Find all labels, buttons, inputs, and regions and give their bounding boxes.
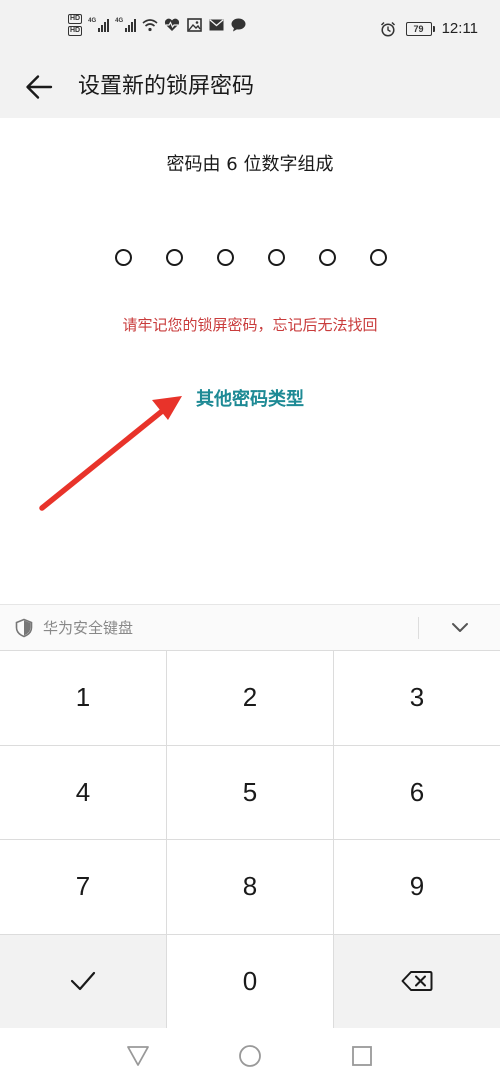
home-circle-icon <box>239 1045 261 1067</box>
recents-square-icon <box>352 1046 372 1066</box>
checkmark-icon <box>70 972 96 991</box>
key-1[interactable]: 1 <box>0 651 166 745</box>
hd-badge: HD <box>68 26 83 36</box>
warning-text: 请牢记您的锁屏密码，忘记后无法找回 <box>122 316 378 334</box>
page-title: 设置新的锁屏密码 <box>78 74 255 99</box>
collapse-keyboard-button[interactable] <box>444 613 476 643</box>
pin-hint: 密码由 6 位数字组成 <box>166 154 334 175</box>
keyboard-header-divider <box>418 617 419 639</box>
key-5[interactable]: 5 <box>167 745 333 839</box>
key-3[interactable]: 3 <box>334 651 500 745</box>
health-icon <box>164 18 180 32</box>
other-password-types-link[interactable]: 其他密码类型 <box>0 385 500 411</box>
key-0[interactable]: 0 <box>167 934 333 1028</box>
chevron-down-icon <box>452 623 468 632</box>
wifi-icon <box>142 18 158 32</box>
chat-icon <box>230 18 246 32</box>
pin-dot <box>319 249 336 266</box>
nav-home-button[interactable] <box>230 1036 270 1076</box>
signal-icon: 4G <box>115 18 137 32</box>
signal-icon: 4G <box>88 18 110 32</box>
confirm-key[interactable] <box>0 934 166 1028</box>
pin-dot <box>166 249 183 266</box>
pin-indicator <box>0 249 500 266</box>
status-icons-left: HD HD 4G 4G <box>68 14 246 36</box>
network-type: 4G <box>88 18 97 24</box>
numeric-keypad: 1 2 3 4 5 6 7 8 9 0 <box>0 650 500 1028</box>
delete-key[interactable] <box>334 934 500 1028</box>
alarm-icon <box>380 21 396 37</box>
system-nav-bar <box>0 1028 500 1084</box>
nav-back-button[interactable] <box>118 1036 158 1076</box>
pin-dot <box>217 249 234 266</box>
pin-dot <box>115 249 132 266</box>
gallery-icon <box>186 18 202 32</box>
hd-badges: HD HD <box>68 14 83 36</box>
hd-badge: HD <box>68 14 83 24</box>
status-icons-right: 79 12:11 <box>380 20 478 37</box>
status-time: 12:11 <box>441 20 478 37</box>
battery-icon: 79 <box>405 21 435 36</box>
key-4[interactable]: 4 <box>0 745 166 839</box>
mail-icon <box>208 18 224 32</box>
shield-icon <box>14 618 34 638</box>
key-8[interactable]: 8 <box>167 840 333 934</box>
pin-dot <box>370 249 387 266</box>
key-7[interactable]: 7 <box>0 840 166 934</box>
app-header: 设置新的锁屏密码 <box>0 60 500 118</box>
nav-recents-button[interactable] <box>342 1036 382 1076</box>
keyboard-title: 华为安全键盘 <box>43 619 134 637</box>
key-9[interactable]: 9 <box>334 840 500 934</box>
key-2[interactable]: 2 <box>167 651 333 745</box>
key-6[interactable]: 6 <box>334 745 500 839</box>
network-type: 4G <box>115 18 124 24</box>
arrow-left-icon <box>26 75 53 99</box>
status-bar: HD HD 4G 4G 79 12:11 <box>0 0 500 60</box>
backspace-icon <box>401 971 433 992</box>
back-triangle-icon <box>127 1046 149 1066</box>
back-button[interactable] <box>22 70 56 104</box>
keyboard-header: 华为安全键盘 <box>0 604 500 650</box>
pin-dot <box>268 249 285 266</box>
